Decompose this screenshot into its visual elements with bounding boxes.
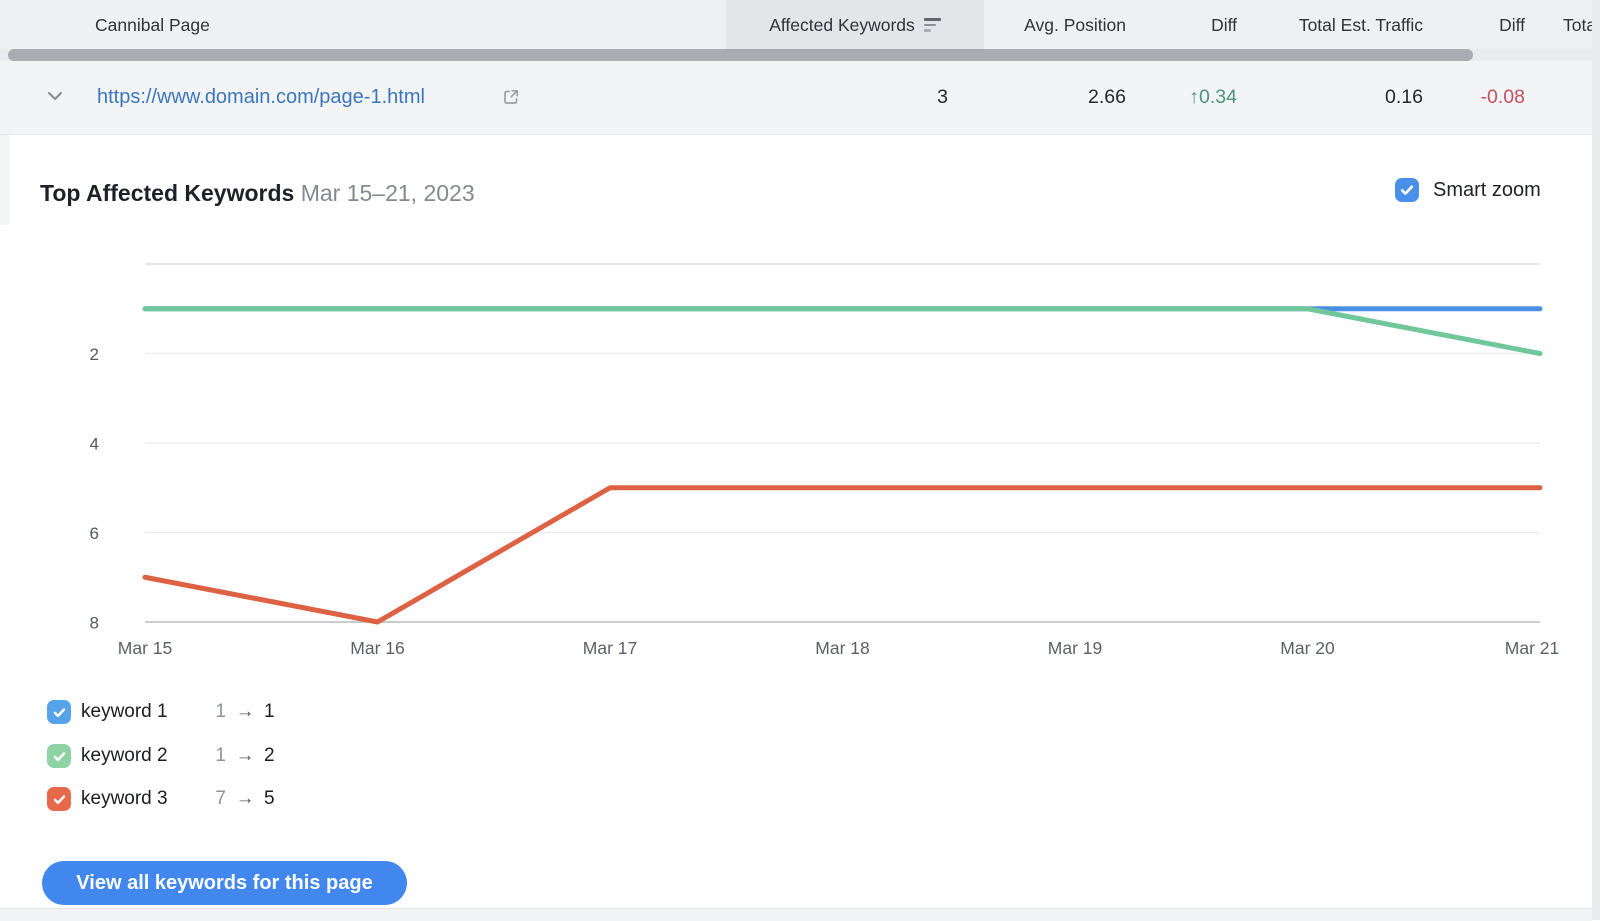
- cell-position-diff: ↑0.34: [1126, 61, 1237, 134]
- checkmark-icon: [52, 705, 67, 720]
- cell-traffic-diff: -0.08: [1423, 61, 1525, 134]
- x-axis-tick: Mar 19: [1048, 638, 1102, 658]
- keyword-2-checkbox[interactable]: [47, 744, 71, 768]
- legend-label: keyword 2: [81, 745, 186, 767]
- arrow-right-icon: →: [226, 701, 264, 723]
- legend-item-keyword-2[interactable]: keyword 2 1 → 2: [47, 744, 275, 768]
- y-axis-tick: 8: [90, 614, 99, 633]
- legend-item-keyword-1[interactable]: keyword 1 1 → 1: [47, 700, 275, 724]
- x-axis-tick: Mar 15: [118, 638, 172, 658]
- line-series-keyword-3: [145, 488, 1540, 622]
- horizontal-scrollbar-thumb[interactable]: [8, 49, 1473, 61]
- table-header: Cannibal Page Affected Keywords Avg. Pos…: [0, 0, 1592, 50]
- column-header-traffic-diff[interactable]: Diff: [1423, 0, 1525, 50]
- x-axis-tick: Mar 21: [1505, 638, 1559, 658]
- x-axis-tick: Mar 17: [583, 638, 637, 658]
- arrow-right-icon: →: [226, 788, 264, 810]
- cell-affected-keywords: 3: [726, 61, 948, 134]
- checkmark-icon: [52, 792, 67, 807]
- cell-avg-position: 2.66: [972, 61, 1126, 134]
- legend-start-position: 7: [186, 788, 226, 810]
- checkmark-icon: [52, 749, 67, 764]
- row-left-edge-strip: [0, 135, 10, 225]
- panel-date-range: Mar 15–21, 2023: [301, 180, 475, 206]
- column-header-avg-position[interactable]: Avg. Position: [972, 0, 1126, 50]
- vertical-scrollbar-track[interactable]: [1592, 0, 1600, 920]
- legend-item-keyword-3[interactable]: keyword 3 7 → 5: [47, 787, 275, 811]
- column-header-cannibal-page[interactable]: Cannibal Page: [95, 0, 210, 50]
- legend-label: keyword 1: [81, 701, 186, 723]
- external-link-icon[interactable]: [502, 88, 520, 106]
- line-series-keyword-2: [145, 309, 1540, 354]
- column-header-position-diff[interactable]: Diff: [1126, 0, 1237, 50]
- x-axis-tick: Mar 18: [815, 638, 869, 658]
- smart-zoom-label: Smart zoom: [1433, 178, 1541, 202]
- cannibal-page-link[interactable]: https://www.domain.com/page-1.html: [97, 61, 425, 134]
- column-header-total-est-traffic[interactable]: Total Est. Traffic: [1237, 0, 1423, 50]
- arrow-right-icon: →: [226, 745, 264, 767]
- legend-start-position: 1: [186, 701, 226, 723]
- legend-end-position: 5: [264, 788, 275, 810]
- table-row: https://www.domain.com/page-1.html 3 2.6…: [0, 61, 1592, 135]
- checkmark-icon: [1399, 182, 1415, 198]
- legend-end-position: 2: [264, 745, 275, 767]
- keyword-1-checkbox[interactable]: [47, 700, 71, 724]
- smart-zoom-toggle[interactable]: Smart zoom: [1395, 178, 1541, 202]
- cell-total-est-traffic: 0.16: [1237, 61, 1423, 134]
- keyword-3-checkbox[interactable]: [47, 787, 71, 811]
- sort-descending-icon: [924, 18, 941, 32]
- panel-title-text: Top Affected Keywords: [40, 180, 294, 206]
- panel-title: Top Affected Keywords Mar 15–21, 2023: [40, 178, 475, 208]
- column-header-affected-keywords[interactable]: Affected Keywords: [726, 0, 984, 50]
- y-axis-tick: 6: [90, 524, 99, 543]
- view-all-keywords-button[interactable]: View all keywords for this page: [42, 861, 407, 905]
- chevron-down-icon[interactable]: [45, 87, 65, 105]
- y-axis-tick: 4: [90, 435, 99, 454]
- column-header-affected-keywords-label: Affected Keywords: [769, 15, 915, 36]
- x-axis-tick: Mar 20: [1280, 638, 1335, 658]
- next-row-strip: [0, 908, 1592, 921]
- x-axis-tick: Mar 16: [350, 638, 404, 658]
- position-trend-chart: 2 4 6 8 Mar 15 Mar 16 Mar 17 Mar 18 Mar 19 Mar 20…: [0, 240, 1600, 670]
- legend-label: keyword 3: [81, 788, 186, 810]
- y-axis-tick: 2: [90, 345, 99, 364]
- legend-start-position: 1: [186, 745, 226, 767]
- legend-end-position: 1: [264, 701, 275, 723]
- smart-zoom-checkbox[interactable]: [1395, 178, 1419, 202]
